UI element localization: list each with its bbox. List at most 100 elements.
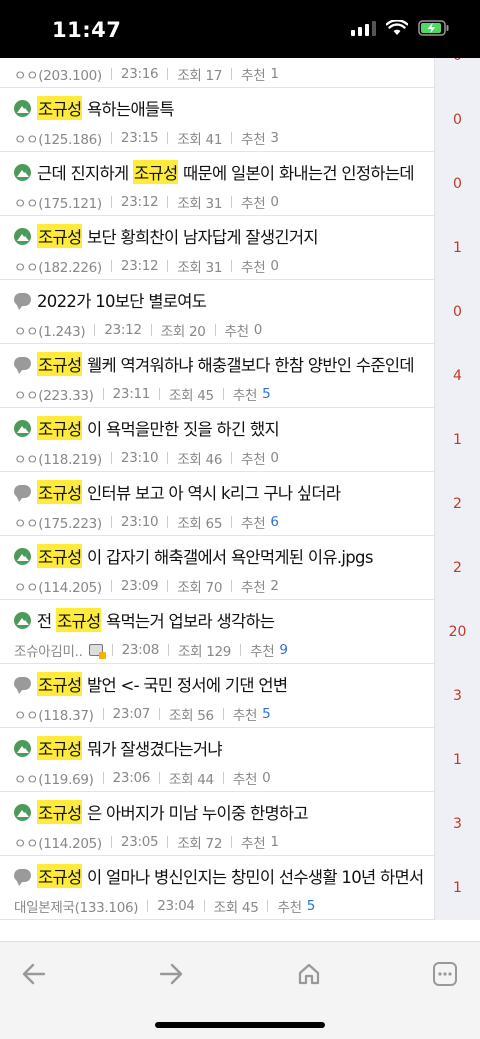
post-row[interactable]: 조규성 발언 <- 국민 정서에 기댄 언변 ㅇㅇ(118.37) 23:07 조회 … xyxy=(0,664,480,728)
post-recommend-label: 추천 xyxy=(224,324,250,340)
meta-divider xyxy=(222,772,224,784)
post-author: ㅇㅇ(182.226) xyxy=(14,260,102,276)
text-post-icon xyxy=(14,868,31,886)
post-time: 23:09 xyxy=(120,578,159,594)
post-meta: ㅇㅇ(118.37) 23:07 조회 56 추천 5 xyxy=(14,704,428,724)
meta-divider xyxy=(231,260,233,272)
post-title[interactable]: 2022가 10보단 별로여도 xyxy=(14,288,428,312)
post-views: 조회 41 xyxy=(177,132,223,148)
wifi-icon xyxy=(386,20,408,35)
cellular-signal-icon xyxy=(351,20,376,36)
post-title[interactable]: 근데 진지하게 조규성 때문에 일본이 화내는건 인정하는데 xyxy=(14,160,428,184)
comment-count[interactable]: 3 xyxy=(434,792,480,856)
post-row[interactable]: 근데 진지하게 조규성 때문에 일본이 화내는건 인정하는데 ㅇㅇ(175.121… xyxy=(0,152,480,216)
comment-count[interactable]: 3 xyxy=(434,664,480,728)
post-title-text: 욕하는애들특 xyxy=(82,100,175,119)
comment-count[interactable]: 20 xyxy=(434,600,480,664)
post-time: 23:10 xyxy=(120,450,159,466)
battery-charging-icon xyxy=(418,20,449,36)
post-title[interactable]: 조규성 뭐가 잘생겼다는거냐 xyxy=(14,736,428,760)
post-title[interactable]: 조규성 웰케 역겨워하냐 해충갤보다 한참 양반인 수준인데 xyxy=(14,352,428,376)
post-author: ㅇㅇ(118.219) xyxy=(14,452,102,468)
comment-count[interactable]: 4 xyxy=(434,344,480,408)
user-memo-icon xyxy=(88,644,106,659)
meta-divider xyxy=(102,772,104,784)
post-row[interactable]: 조규성 웰케 역겨워하냐 해충갤보다 한참 양반인 수준인데 ㅇㅇ(223.33)… xyxy=(0,344,480,408)
post-title[interactable]: 조규성 이 얼마나 병신인지는 창민이 선수생활 10년 하면서 xyxy=(14,864,428,888)
post-title[interactable]: 조규성 보단 황희찬이 남자답게 잘생긴거지 xyxy=(14,224,428,248)
comment-count[interactable]: 1 xyxy=(434,216,480,280)
post-row[interactable]: 조규성 보단 황희찬이 남자답게 잘생긴거지 ㅇㅇ(182.226) 23:12 조회… xyxy=(0,216,480,280)
post-recommend-count: 0 xyxy=(262,770,271,786)
post-recommend-label: 추천 xyxy=(277,900,302,916)
meta-divider xyxy=(167,260,169,272)
post-author: ㅇㅇ(223.33) xyxy=(14,388,94,404)
post-views: 조회 17 xyxy=(177,68,223,84)
post-views: 조회 45 xyxy=(213,900,259,916)
post-row[interactable]: 조규성 이 얼마나 병신인지는 창민이 선수생활 10년 하면서 대일본제국(13… xyxy=(0,856,480,920)
comment-count[interactable]: 1 xyxy=(434,856,480,920)
post-list[interactable]: 조규성 브라질전 인기스타되는 마법의 단어 - 떡만두국ㅇㅇ(203.100)… xyxy=(0,58,480,941)
text-post-icon xyxy=(14,484,31,502)
post-title[interactable]: 조규성 인터뷰 보고 아 역시 k리그 구나 싶더라 xyxy=(14,480,428,504)
post-row[interactable]: 조규성 이 욕먹을만한 짓을 하긴 했지 ㅇㅇ(118.219) 23:10 조회 4… xyxy=(0,408,480,472)
post-row[interactable]: 조규성 이 갑자기 해축갤에서 욕안먹게된 이유.jpgs ㅇㅇ(114.205)… xyxy=(0,536,480,600)
comment-count[interactable]: 1 xyxy=(434,408,480,472)
meta-divider xyxy=(110,516,112,528)
tabs-button[interactable] xyxy=(425,958,465,990)
post-recommend-count: 0 xyxy=(270,450,279,466)
post-title[interactable]: 조규성 발언 <- 국민 정서에 기댄 언변 xyxy=(14,672,428,696)
image-post-icon xyxy=(14,227,31,245)
post-meta: 조슈아김미.. 23:08 조회 129 추천 9 xyxy=(14,640,428,660)
post-recommend-count: 0 xyxy=(270,258,279,274)
meta-divider xyxy=(102,708,104,720)
post-title[interactable]: 조규성 이 갑자기 해축갤에서 욕안먹게된 이유.jpgs xyxy=(14,544,428,568)
post-title[interactable]: 조규성 욕하는애들특 xyxy=(14,96,428,120)
image-post-icon xyxy=(14,163,31,181)
post-row[interactable]: 조규성 욕하는애들특 ㅇㅇ(125.186) 23:15 조회 41 추천 3 0 xyxy=(0,88,480,152)
post-row[interactable]: 조규성 인터뷰 보고 아 역시 k리그 구나 싶더라 ㅇㅇ(175.223) 23:… xyxy=(0,472,480,536)
post-author: ㅇㅇ(125.186) xyxy=(14,132,102,148)
post-recommend-count: 1 xyxy=(270,66,279,82)
comment-count[interactable]: 2 xyxy=(434,472,480,536)
post-row[interactable]: 조규성 은 아버지가 미남 누이중 한명하고 ㅇㅇ(114.205) 23:05 조회… xyxy=(0,792,480,856)
home-button[interactable] xyxy=(289,958,329,990)
meta-divider xyxy=(231,516,233,528)
tabs-icon xyxy=(433,962,457,986)
post-recommend-count: 0 xyxy=(253,322,263,338)
comment-count[interactable]: 0 xyxy=(434,280,480,344)
forward-button[interactable] xyxy=(151,958,191,990)
post-title-text: 이 얼마나 병신인지는 창민이 선수생활 10년 하면서 xyxy=(82,868,424,887)
comment-count[interactable]: 0 xyxy=(434,58,480,88)
search-highlight: 조규성 xyxy=(37,352,83,376)
post-time: 23:04 xyxy=(157,898,195,914)
meta-divider xyxy=(231,196,233,208)
post-row[interactable]: 전 조규성 욕먹는거 업보라 생각하는조슈아김미.. 23:08 조회 129 추천 9… xyxy=(0,600,480,664)
meta-divider xyxy=(231,68,233,80)
post-time: 23:12 xyxy=(104,322,142,338)
comment-count[interactable]: 0 xyxy=(434,88,480,152)
post-recommend-label: 추천 xyxy=(232,388,258,404)
post-row[interactable]: 조규성 뭐가 잘생겼다는거냐 ㅇㅇ(119.69) 23:06 조회 44 추천 0 1 xyxy=(0,728,480,792)
meta-divider xyxy=(168,644,169,656)
post-recommend-label: 추천 xyxy=(241,836,266,852)
search-highlight: 조규성 xyxy=(37,480,83,504)
post-title[interactable]: 조규성 이 욕먹을만한 짓을 하긴 했지 xyxy=(14,416,428,440)
post-time: 23:12 xyxy=(120,194,159,210)
comment-count[interactable]: 0 xyxy=(434,152,480,216)
post-row[interactable]: 조규성 브라질전 인기스타되는 마법의 단어 - 떡만두국ㅇㅇ(203.100)… xyxy=(0,58,480,88)
post-time: 23:07 xyxy=(112,706,151,722)
post-title-text: 인터뷰 보고 아 역시 k리그 구나 싶더라 xyxy=(82,484,341,503)
comment-count[interactable]: 1 xyxy=(434,728,480,792)
meta-divider xyxy=(94,324,96,336)
search-highlight: 조규성 xyxy=(56,608,102,632)
home-icon xyxy=(298,963,320,985)
post-title[interactable]: 조규성 은 아버지가 미남 누이중 한명하고 xyxy=(14,800,428,824)
comment-count[interactable]: 2 xyxy=(434,536,480,600)
back-button[interactable] xyxy=(14,958,54,990)
post-recommend-label: 추천 xyxy=(232,708,258,724)
search-highlight: 조규성 xyxy=(37,864,83,888)
post-title[interactable]: 전 조규성 욕먹는거 업보라 생각하는 xyxy=(14,608,428,632)
post-row[interactable]: 2022가 10보단 별로여도 ㅇㅇ(1.243) 23:12 조회 20 추천 0 0 xyxy=(0,280,480,344)
home-indicator[interactable] xyxy=(155,1022,325,1028)
